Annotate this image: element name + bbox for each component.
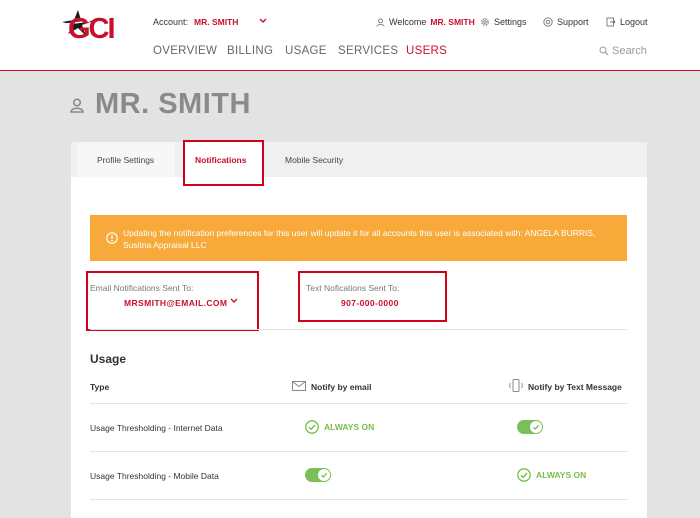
logout-icon: [606, 17, 616, 27]
section-title-usage: Usage: [90, 352, 127, 366]
nav-usage[interactable]: USAGE: [285, 45, 327, 57]
user-icon: [376, 17, 385, 27]
toggle-text-internet[interactable]: [517, 420, 543, 434]
always-on-email-internet: ALWAYS ON: [305, 420, 374, 434]
chevron-down-icon[interactable]: [258, 14, 268, 28]
account-select-value[interactable]: MR. SMITH: [194, 17, 238, 27]
nav-services[interactable]: SERVICES: [338, 45, 398, 57]
welcome-area: Welcome MR. SMITH: [376, 17, 475, 27]
search-placeholder: Search: [612, 45, 647, 57]
divider: [90, 451, 627, 452]
always-on-text-mobile: ALWAYS ON: [517, 468, 586, 482]
divider: [90, 499, 627, 500]
logout-label: Logout: [620, 17, 648, 27]
always-on-label: ALWAYS ON: [536, 470, 587, 480]
check-circle-icon: [305, 420, 319, 434]
tab-profile-settings-label[interactable]: Profile Settings: [97, 155, 154, 165]
alert-text: Updating the notification preferences fo…: [123, 228, 596, 250]
row-label-internet-data: Usage Thresholding - Internet Data: [90, 423, 223, 433]
gear-icon: [481, 18, 489, 26]
settings-link[interactable]: Settings: [480, 17, 527, 27]
help-icon: [543, 17, 553, 27]
support-label: Support: [557, 17, 589, 27]
highlight-box-tab: [183, 140, 264, 186]
email-icon: [292, 381, 306, 391]
toggle-knob: [530, 421, 542, 433]
column-notify-email: Notify by email: [311, 382, 372, 392]
search-icon: [599, 46, 609, 56]
search-input[interactable]: Search: [599, 45, 647, 57]
page-title: MR. SMITH: [95, 88, 251, 120]
toggle-knob: [318, 469, 330, 481]
tab-mobile-security-label[interactable]: Mobile Security: [285, 155, 343, 165]
support-link[interactable]: Support: [543, 17, 589, 27]
logo-text[interactable]: GCI: [68, 15, 116, 44]
check-icon: [321, 472, 328, 478]
welcome-label: Welcome: [389, 17, 427, 27]
row-label-mobile-data: Usage Thresholding - Mobile Data: [90, 471, 219, 481]
divider: [90, 329, 627, 330]
nav-billing[interactable]: BILLING: [227, 45, 273, 57]
nav-users[interactable]: USERS: [406, 45, 447, 57]
column-notify-text: Notify by Text Message: [528, 382, 622, 392]
check-icon: [533, 424, 540, 430]
info-icon: [106, 232, 118, 244]
nav-overview[interactable]: OVERVIEW: [153, 45, 217, 57]
account-label: Account:: [153, 17, 189, 27]
welcome-name: MR. SMITH: [430, 17, 475, 27]
toggle-email-mobile[interactable]: [305, 468, 331, 482]
column-type: Type: [90, 382, 110, 392]
check-circle-icon: [517, 468, 531, 482]
divider: [90, 403, 627, 404]
user-icon: [70, 98, 84, 113]
logout-link[interactable]: Logout: [606, 17, 648, 27]
highlight-box-text: [298, 271, 447, 322]
mobile-phone-icon: [509, 379, 523, 392]
highlight-box-email: [86, 271, 259, 331]
settings-label: Settings: [494, 17, 527, 27]
always-on-label: ALWAYS ON: [324, 422, 375, 432]
